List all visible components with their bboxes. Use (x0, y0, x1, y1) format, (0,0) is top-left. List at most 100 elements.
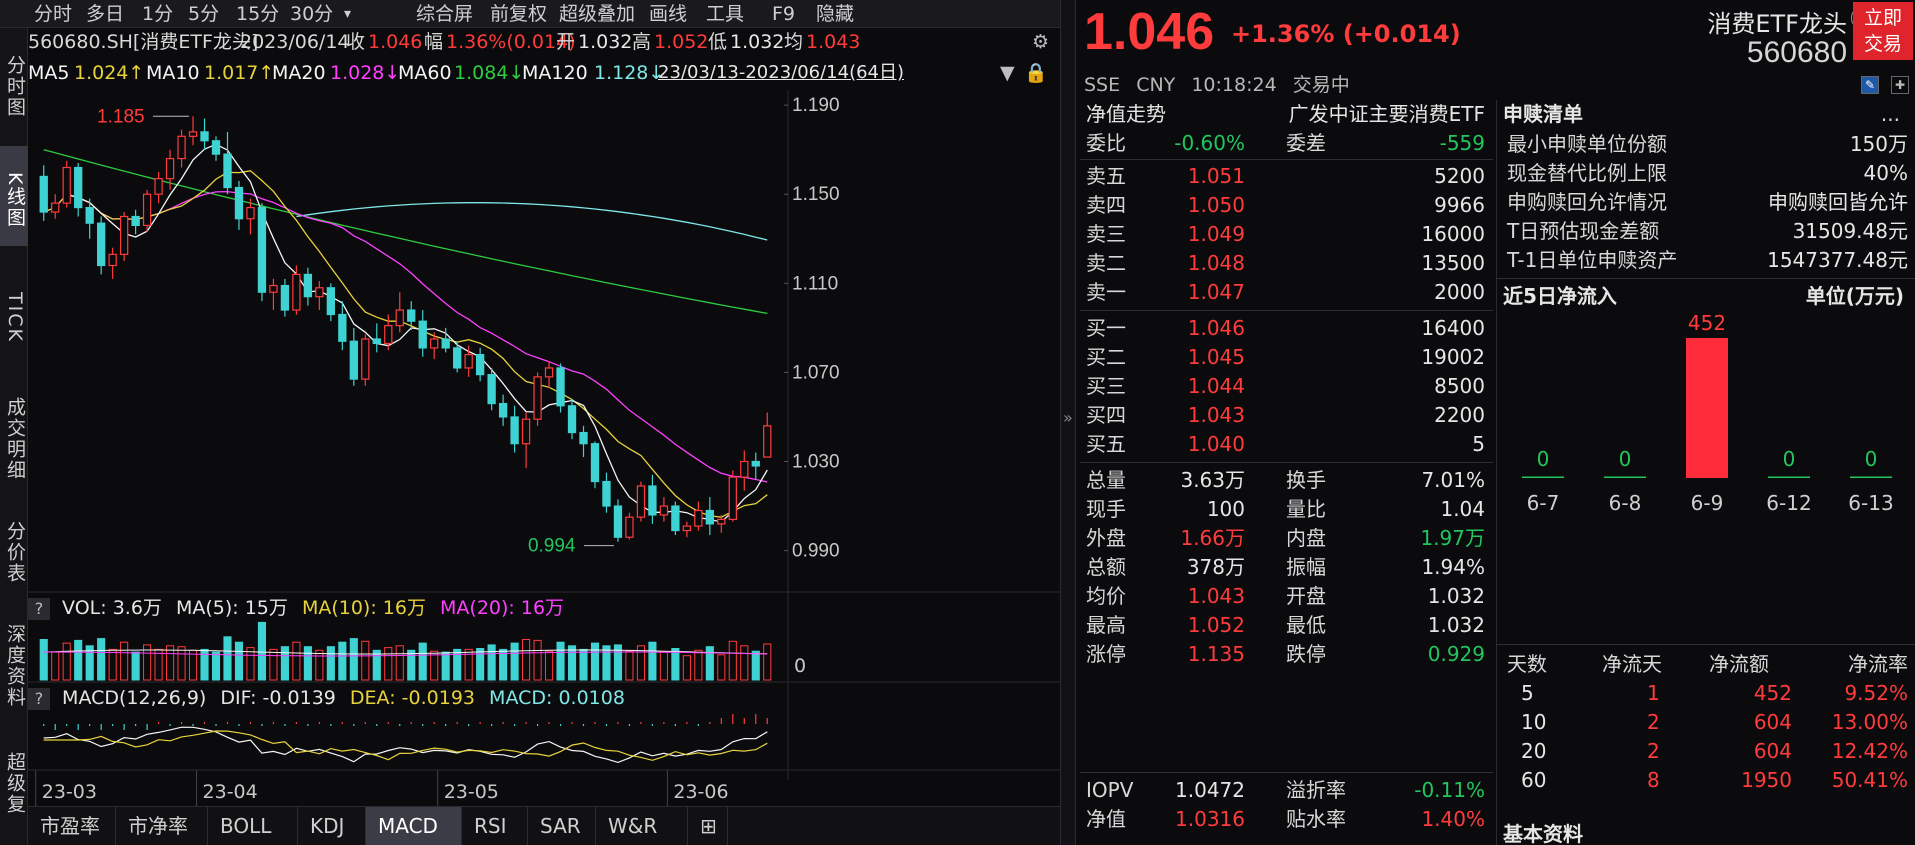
indicator-tab-4[interactable]: MACD (366, 807, 462, 845)
volume-bar (544, 650, 554, 681)
divider (1497, 278, 1915, 279)
stat-value: 1.135 (1187, 642, 1245, 666)
settings-gear-icon[interactable]: ⚙ (1032, 28, 1049, 56)
stat-value: 1.052 (1187, 613, 1245, 637)
toolbar-comprehensive[interactable]: 综合屏 (416, 0, 473, 28)
period-tab-5min[interactable]: 5分 (188, 0, 219, 28)
nav-value: 1.0316 (1175, 807, 1245, 831)
more-menu-icon[interactable]: ... (1881, 100, 1900, 129)
left-nav-item-2[interactable]: TICK (0, 254, 28, 372)
indicator-tab-8[interactable]: ⊞ (688, 807, 728, 845)
candle-body (751, 460, 760, 467)
indicator-tab-5[interactable]: RSI (462, 807, 528, 845)
volume-bar (120, 641, 129, 681)
trade-now-button[interactable]: 立即交易 (1853, 2, 1913, 60)
stat-value: 100 (1206, 497, 1245, 521)
period-dropdown-icon[interactable]: ▾ (344, 0, 351, 28)
indicator-tab-2[interactable]: BOLL (208, 807, 298, 845)
volume-help-icon[interactable]: ? (28, 598, 50, 620)
left-nav-item-3[interactable]: 成交明细 (0, 380, 28, 490)
period-tab-1min[interactable]: 1分 (142, 0, 173, 28)
amp-label: 幅 (424, 31, 444, 53)
ask-price: 1.049 (1187, 222, 1245, 246)
flow-table-cell: 604 (1753, 710, 1792, 734)
volume-bar (671, 648, 680, 681)
inflow-bar (1686, 338, 1728, 478)
toolbar-forward-adjust[interactable]: 前复权 (490, 0, 547, 28)
left-nav-item-6[interactable]: 超级复 (0, 724, 28, 834)
candle (200, 118, 209, 150)
stat-value: 1.04 (1440, 497, 1485, 521)
item-value: 申购赎回皆允许 (1768, 190, 1908, 214)
ask-volume: 2000 (1434, 280, 1485, 304)
candle-body (464, 353, 473, 369)
inflow-bar (1604, 476, 1646, 478)
ask-label: 卖五 (1086, 164, 1126, 188)
avg-label: 均 (784, 31, 804, 53)
volume-bar (188, 649, 198, 681)
candle-body (441, 338, 450, 349)
flow-table-row: 10 2 604 13.00% (1497, 708, 1915, 737)
period-tab-15min[interactable]: 15分 (236, 0, 279, 28)
candle-body (418, 320, 427, 349)
volume-bar (522, 639, 531, 681)
indicator-tab-0[interactable]: 市盈率 (28, 807, 116, 845)
toolbar-overlay[interactable]: 超级叠加 (559, 0, 635, 28)
stat-label: 量比 (1286, 497, 1326, 521)
panel-divider[interactable]: » (1060, 0, 1076, 845)
left-nav-item-1[interactable]: K线图 (0, 146, 28, 246)
volume-bar (602, 645, 611, 681)
flow-table-cell: 452 (1753, 681, 1792, 705)
close-value: 1.046 (368, 31, 423, 53)
ask-label: 卖二 (1086, 251, 1126, 275)
volume-bar (395, 645, 404, 681)
period-tab-multiday[interactable]: 多日 (86, 0, 124, 28)
toolbar-tools[interactable]: 工具 (706, 0, 744, 28)
indicator-tab-3[interactable]: KDJ (298, 807, 366, 845)
indicator-tab-7[interactable]: W&R (596, 807, 688, 845)
bid-volume: 16400 (1421, 316, 1485, 340)
add-icon[interactable]: ✚ (1891, 76, 1909, 94)
period-tab-intraday[interactable]: 分时 (34, 0, 72, 28)
candle-body (521, 418, 531, 445)
toolbar-f9[interactable]: F9 (772, 0, 795, 28)
candle-body (590, 443, 600, 483)
left-nav-item-5[interactable]: 深度资料 (0, 608, 28, 716)
inflow-day-label: 6-13 (1848, 491, 1893, 515)
collapse-icon[interactable]: » (1063, 408, 1073, 427)
candle (487, 367, 496, 411)
stat-label: 最高 (1086, 613, 1126, 637)
volume-bar (694, 649, 703, 681)
candle (131, 209, 140, 235)
stat-value: 1.97万 (1420, 526, 1485, 550)
stat-row: 外盘 1.66万 内盘 1.97万 (1076, 524, 1493, 553)
range-dropdown-icon[interactable]: ▼ (1000, 59, 1015, 87)
toolbar-draw-line[interactable]: 画线 (649, 0, 687, 28)
candle (567, 399, 577, 440)
inflow-bar (1522, 476, 1564, 478)
candle (361, 334, 370, 386)
stat-label: 总额 (1086, 555, 1126, 579)
subscription-item: 申购赎回允许情况 申购赎回皆允许 (1497, 188, 1915, 217)
indicator-tab-1[interactable]: 市净率 (116, 807, 208, 845)
indicator-tab-6[interactable]: SAR (528, 807, 596, 845)
macd-help-icon[interactable]: ? (28, 688, 50, 710)
candle (51, 194, 60, 219)
left-nav-item-4[interactable]: 分价表 (0, 496, 28, 600)
candle-body (648, 485, 657, 516)
item-label: T-1日单位申赎资产 (1507, 248, 1678, 272)
left-nav-item-0[interactable]: 分时图 (0, 32, 28, 132)
flow-table-cell: 60 (1521, 768, 1547, 792)
extreme-annotation: 0.994 (528, 536, 576, 557)
x-tick-label: 23-04 (203, 781, 258, 803)
net-inflow-bar-chart: 0 6-7 0 6-8 452 6-9 0 6-12 0 6-13 (1522, 312, 1894, 515)
edit-icon[interactable]: ✎ (1861, 76, 1879, 94)
date-range-selector[interactable]: 23/03/13-2023/06/14(64日) (658, 59, 904, 87)
lock-icon[interactable]: 🔒 (1024, 59, 1048, 87)
period-tab-30min[interactable]: 30分 (290, 0, 333, 28)
toolbar-hide[interactable]: 隐藏 (816, 0, 854, 28)
flow-table-cell: 13.00% (1831, 710, 1908, 734)
nav-trend-link: 净值走势 (1086, 102, 1166, 126)
flow-table-head: 净流额 (1709, 652, 1769, 676)
stat-label: 振幅 (1286, 555, 1326, 579)
